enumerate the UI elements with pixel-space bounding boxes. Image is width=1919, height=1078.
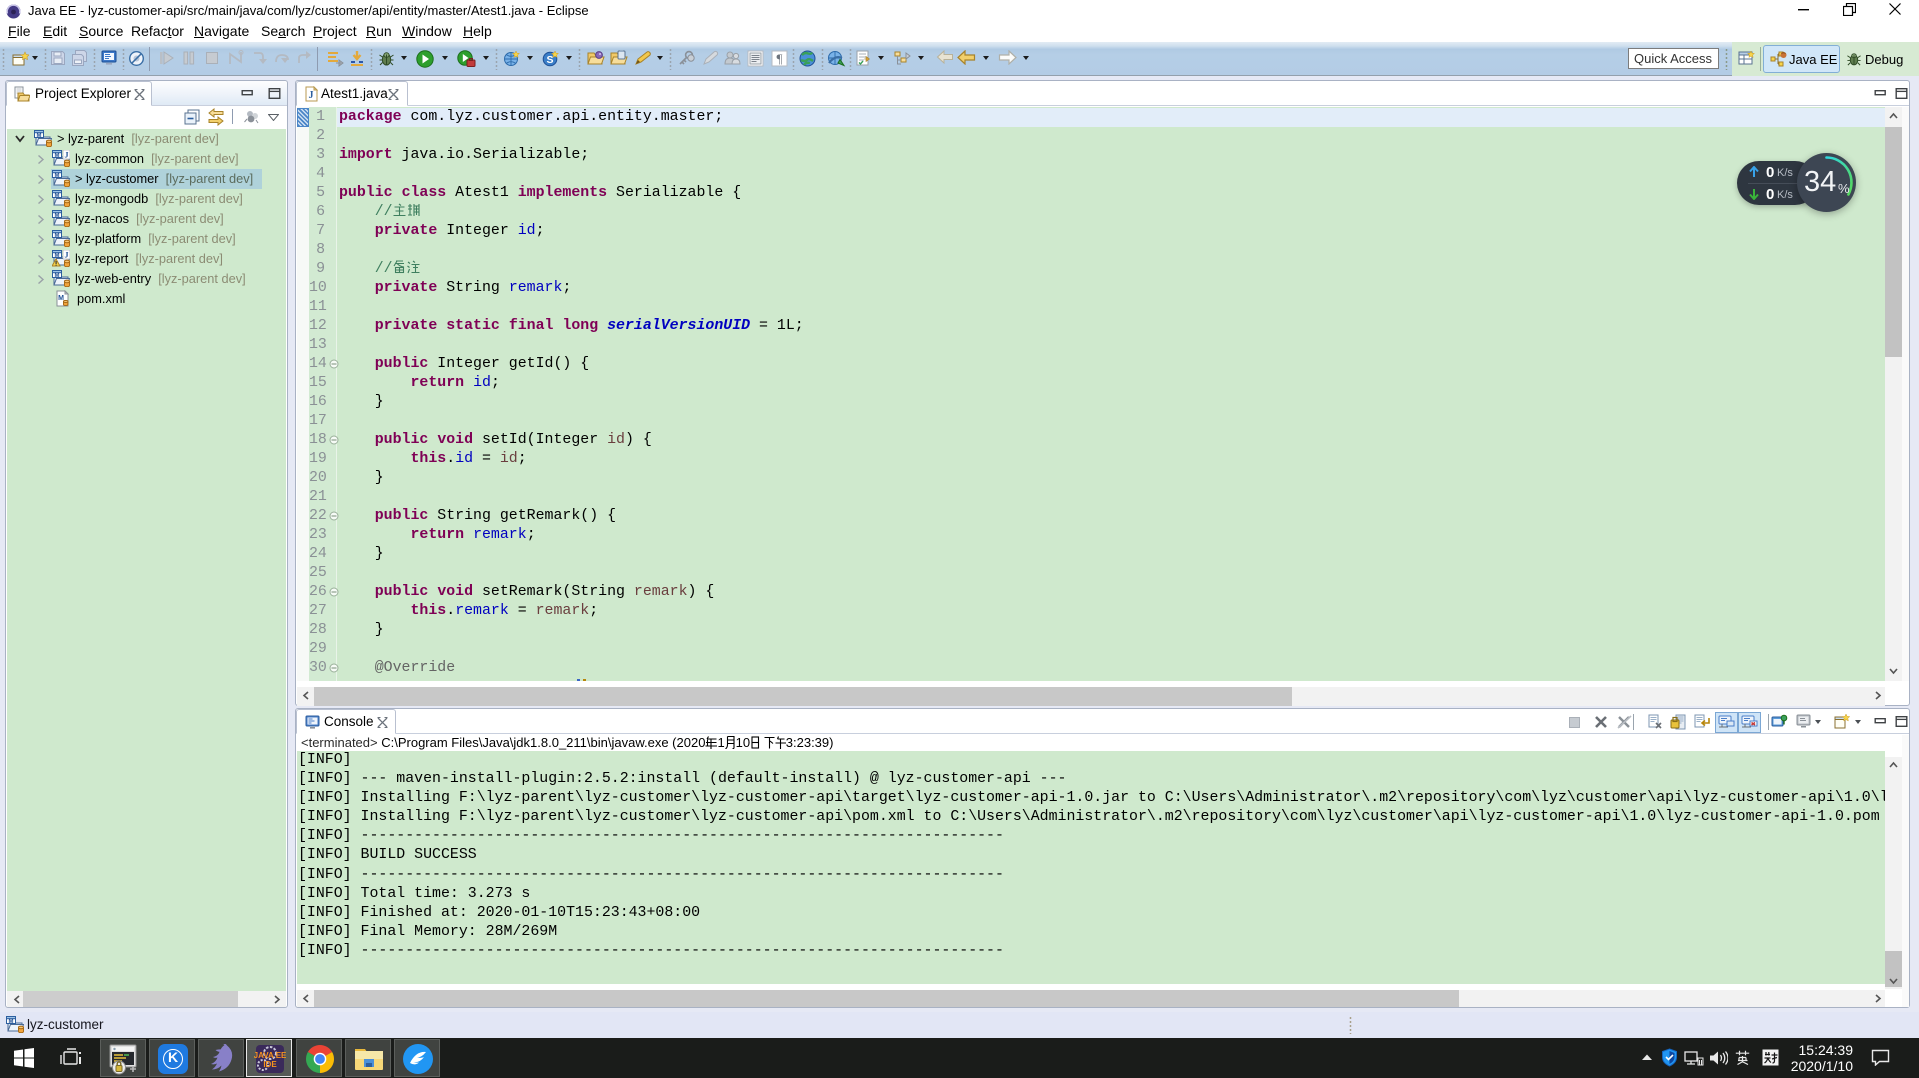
svg-text:J: J xyxy=(309,90,314,101)
svg-text:IDE: IDE xyxy=(263,1060,277,1069)
svg-text:S: S xyxy=(546,54,553,66)
svg-text:¶: ¶ xyxy=(777,51,783,66)
svg-text:JAVA EE: JAVA EE xyxy=(254,1051,286,1060)
